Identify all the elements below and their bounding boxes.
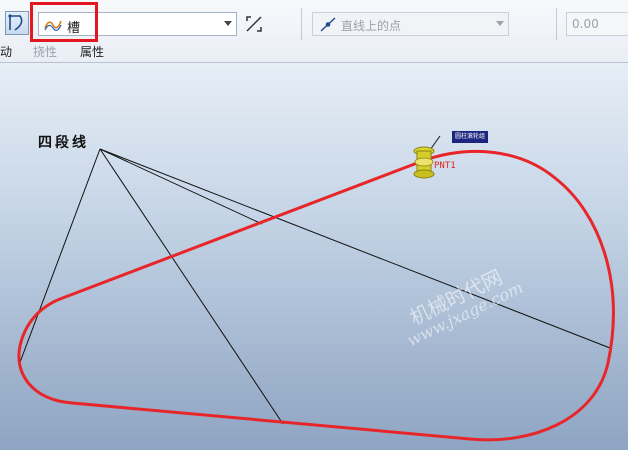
leader-line [18, 148, 101, 366]
toolbar-separator [301, 8, 302, 40]
sketch-label: 四段线 [38, 135, 89, 151]
component-tag: 圆柱滚轮组 [452, 131, 488, 143]
toolbar-separator [556, 8, 557, 40]
toolbar: 槽 直线上的点 0.00 动 挠性 属性 [0, 0, 628, 63]
sketch-canvas [17, 135, 615, 442]
sketch-tool-icon[interactable] [5, 11, 29, 35]
tab-flexibility[interactable]: 挠性 [33, 43, 57, 60]
flip-direction-icon[interactable] [244, 14, 264, 34]
roller-component-icon [413, 146, 435, 179]
tab-motion[interactable]: 动 [0, 43, 12, 60]
leader-line [99, 148, 284, 425]
profile-type-dropdown[interactable]: 槽 [38, 12, 237, 36]
leader-line [99, 148, 263, 225]
slot-profile-icon [44, 20, 62, 31]
graphics-viewport[interactable]: 四段线 圆柱滚轮组 PNT1 机械时代网 www.jxage.com [0, 63, 628, 450]
point-on-line-icon [320, 17, 336, 32]
leader-line [99, 148, 611, 349]
profile-type-value: 槽 [67, 21, 81, 36]
tab-properties[interactable]: 属性 [80, 43, 104, 60]
value-input[interactable]: 0.00 [566, 12, 628, 36]
reference-type-value: 直线上的点 [341, 19, 402, 33]
chevron-down-icon[interactable] [224, 21, 232, 26]
profile-curve [17, 150, 615, 442]
reference-type-dropdown[interactable]: 直线上的点 [312, 12, 509, 36]
chevron-down-icon[interactable] [496, 21, 504, 26]
point-label: PNT1 [434, 161, 456, 171]
